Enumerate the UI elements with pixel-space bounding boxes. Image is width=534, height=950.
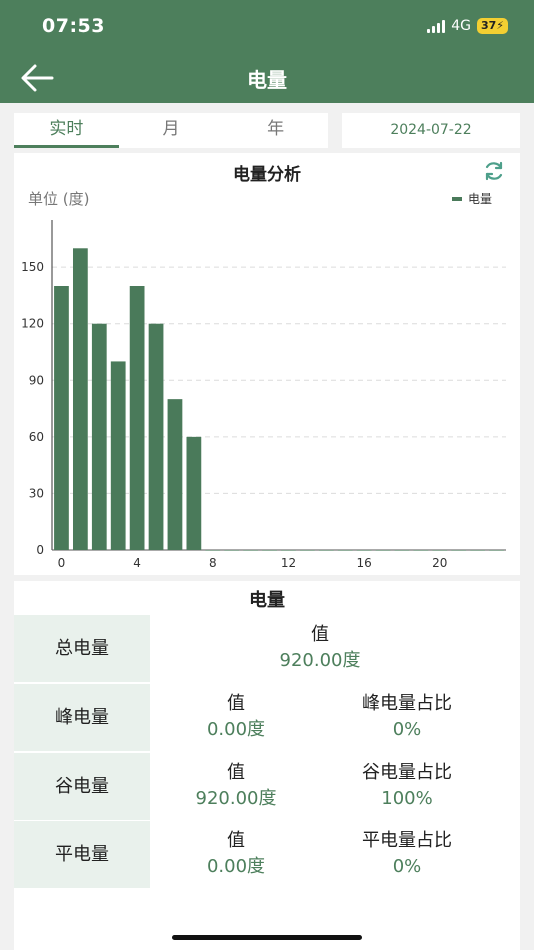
- period-tabs: 实时 月 年: [14, 113, 328, 148]
- bar: [186, 436, 202, 550]
- bar: [281, 550, 296, 551]
- bar: [72, 248, 88, 550]
- status-indicators: 4G 37⚡: [427, 18, 508, 34]
- x-tick-label: 16: [356, 556, 371, 570]
- page-title: 电量: [247, 68, 287, 92]
- y-tick-label: 0: [36, 543, 44, 557]
- ratio-name: 谷电量占比: [362, 762, 452, 783]
- bar: [54, 286, 69, 550]
- bar: [205, 550, 221, 551]
- bar: [299, 550, 315, 551]
- bar: [337, 550, 353, 551]
- bar: [224, 550, 240, 551]
- table-title: 电量: [249, 590, 285, 611]
- tab-year[interactable]: 年: [223, 113, 328, 148]
- value-amount: 920.00度: [195, 788, 277, 809]
- battery-icon: 37⚡: [476, 18, 508, 34]
- bar: [375, 550, 391, 551]
- bar: [356, 550, 372, 551]
- value-amount: 0.00度: [206, 719, 266, 740]
- ratio-value: 0%: [392, 719, 422, 740]
- row-label: 总电量: [14, 615, 150, 682]
- status-time: 07:53: [42, 15, 105, 37]
- x-tick-label: 0: [58, 556, 66, 570]
- bar: [148, 323, 164, 550]
- table-row-peak: 峰电量 值 0.00度 峰电量占比 0%: [14, 684, 520, 751]
- value-name: 值: [311, 624, 329, 645]
- bar: [432, 550, 448, 551]
- bar: [451, 550, 467, 551]
- ratio-cell: 平电量占比 0%: [332, 829, 482, 881]
- value-amount: 920.00度: [279, 650, 361, 671]
- ratio-name: 峰电量占比: [362, 693, 452, 714]
- ratio-name: 平电量占比: [362, 830, 452, 851]
- value-cell: 值 920.00度: [166, 761, 306, 813]
- bar: [167, 399, 183, 550]
- bar: [243, 550, 259, 551]
- value-cell: 值 0.00度: [166, 829, 306, 881]
- y-tick-label: 60: [29, 430, 44, 444]
- energy-table: 电量 总电量 值 920.00度 峰电量 值 0.00度 峰电量占比 0% 谷电…: [14, 581, 520, 950]
- y-tick-label: 90: [29, 373, 44, 387]
- home-indicator: [172, 935, 362, 940]
- table-row-flat: 平电量 值 0.00度 平电量占比 0%: [14, 821, 520, 888]
- bar: [413, 550, 429, 551]
- x-tick-label: 8: [209, 556, 217, 570]
- row-label: 峰电量: [14, 684, 150, 751]
- ratio-value: 0%: [392, 856, 422, 877]
- y-tick-label: 120: [21, 317, 44, 331]
- table-row-total: 总电量 值 920.00度: [14, 615, 520, 682]
- bar: [318, 550, 334, 551]
- bar: [489, 550, 504, 551]
- x-tick-label: 12: [281, 556, 296, 570]
- x-tick-label: 4: [133, 556, 141, 570]
- app-header: 07:53 4G 37⚡ 电量: [0, 0, 534, 103]
- bar: [470, 550, 486, 551]
- y-tick-label: 150: [21, 260, 44, 274]
- row-label: 谷电量: [14, 753, 150, 820]
- ratio-cell: 峰电量占比 0%: [332, 692, 482, 744]
- bar: [262, 550, 277, 551]
- value-name: 值: [227, 830, 245, 851]
- chart-card: 电量分析 单位 (度) 电量 0 30 60 90 120 150 0 4 8 12 16 20: [14, 153, 520, 575]
- bar: [394, 550, 410, 551]
- tab-month[interactable]: 月: [119, 113, 224, 148]
- ratio-value: 100%: [381, 788, 433, 809]
- value-name: 值: [227, 693, 245, 714]
- row-label: 平电量: [14, 821, 150, 888]
- battery-level: 37: [480, 19, 497, 32]
- value-amount: 0.00度: [206, 856, 266, 877]
- tab-realtime[interactable]: 实时: [14, 113, 119, 148]
- bar: [91, 323, 107, 550]
- ratio-cell: 谷电量占比 100%: [332, 761, 482, 813]
- value-cell: 值 920.00度: [200, 623, 440, 675]
- value-name: 值: [227, 762, 245, 783]
- network-label: 4G: [451, 18, 471, 34]
- bar: [110, 361, 126, 550]
- y-tick-label: 30: [29, 486, 44, 500]
- date-picker[interactable]: 2024-07-22: [342, 113, 520, 148]
- bar-chart: 0 30 60 90 120 150 0 4 8 12 16 20: [21, 220, 506, 570]
- value-cell: 值 0.00度: [166, 692, 306, 744]
- x-tick-label: 20: [432, 556, 447, 570]
- bar: [129, 286, 145, 550]
- table-row-valley: 谷电量 值 920.00度 谷电量占比 100%: [14, 753, 520, 820]
- signal-icon: [427, 19, 446, 33]
